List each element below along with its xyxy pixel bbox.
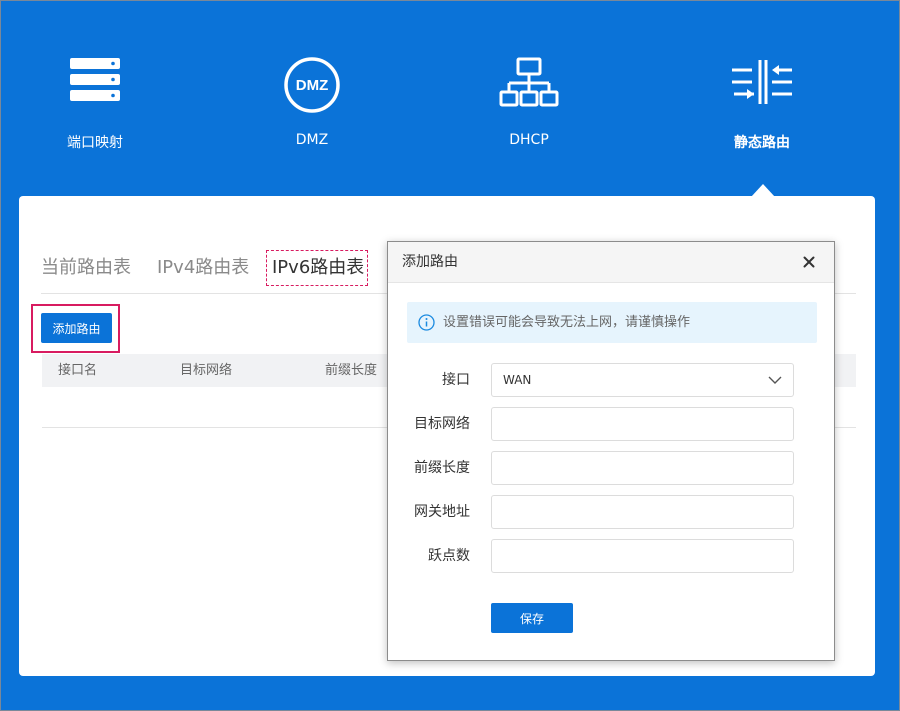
nav-item-label: DMZ <box>295 132 329 148</box>
interface-select[interactable]: WAN <box>491 363 794 397</box>
nav-item-label: 端口映射 <box>67 135 123 151</box>
tab-ipv6-routes[interactable]: IPv6路由表 <box>272 248 364 288</box>
static-route-icon <box>682 56 842 118</box>
dmz-icon: DMZ <box>232 56 392 118</box>
nav-item-dmz[interactable]: DMZ DMZ <box>232 56 392 148</box>
column-header-target-network: 目标网络 <box>180 363 233 378</box>
form-row-prefix-length: 前缀长度 <box>388 451 834 485</box>
target-network-label: 目标网络 <box>414 416 470 432</box>
interface-select-value: WAN <box>503 373 532 387</box>
nav-item-port-mapping[interactable]: 端口映射 <box>15 56 175 152</box>
interface-label: 接口 <box>442 372 470 388</box>
close-icon[interactable] <box>798 251 820 273</box>
hops-label: 跃点数 <box>428 548 470 564</box>
gateway-label: 网关地址 <box>414 504 470 520</box>
info-icon <box>418 314 435 331</box>
dialog-header: 添加路由 <box>388 242 834 283</box>
tab-ipv4-routes[interactable]: IPv4路由表 <box>157 248 249 288</box>
dialog-title: 添加路由 <box>402 254 458 270</box>
warning-alert: 设置错误可能会导致无法上网，请谨慎操作 <box>407 302 817 343</box>
prefix-length-input[interactable] <box>491 451 794 485</box>
alert-text: 设置错误可能会导致无法上网，请谨慎操作 <box>443 315 691 330</box>
form-row-gateway: 网关地址 <box>388 495 834 529</box>
nav-item-label: 静态路由 <box>734 135 790 151</box>
network-tree-icon <box>449 56 609 118</box>
top-nav: 端口映射 DMZ DMZ DHCP 静态路由 <box>0 0 900 197</box>
nav-item-static-route[interactable]: 静态路由 <box>682 56 842 152</box>
form-row-target-network: 目标网络 <box>388 407 834 441</box>
column-header-interface: 接口名 <box>58 363 98 378</box>
prefix-length-label: 前缀长度 <box>414 460 470 476</box>
svg-text:DMZ: DMZ <box>296 77 329 94</box>
tab-current-routes[interactable]: 当前路由表 <box>41 248 131 288</box>
nav-item-dhcp[interactable]: DHCP <box>449 56 609 148</box>
hops-input[interactable] <box>491 539 794 573</box>
nav-item-label: DHCP <box>509 132 549 148</box>
chevron-down-icon <box>768 376 782 384</box>
column-header-prefix-length: 前缀长度 <box>325 363 378 378</box>
form-row-interface: 接口 WAN <box>388 363 834 397</box>
add-route-button[interactable]: 添加路由 <box>41 313 112 343</box>
add-route-dialog: 添加路由 设置错误可能会导致无法上网，请谨慎操作 接口 WAN 目标网络 前缀长… <box>387 241 835 661</box>
server-icon <box>15 56 175 118</box>
gateway-input[interactable] <box>491 495 794 529</box>
form-row-hops: 跃点数 <box>388 539 834 573</box>
target-network-input[interactable] <box>491 407 794 441</box>
save-button[interactable]: 保存 <box>491 603 573 633</box>
